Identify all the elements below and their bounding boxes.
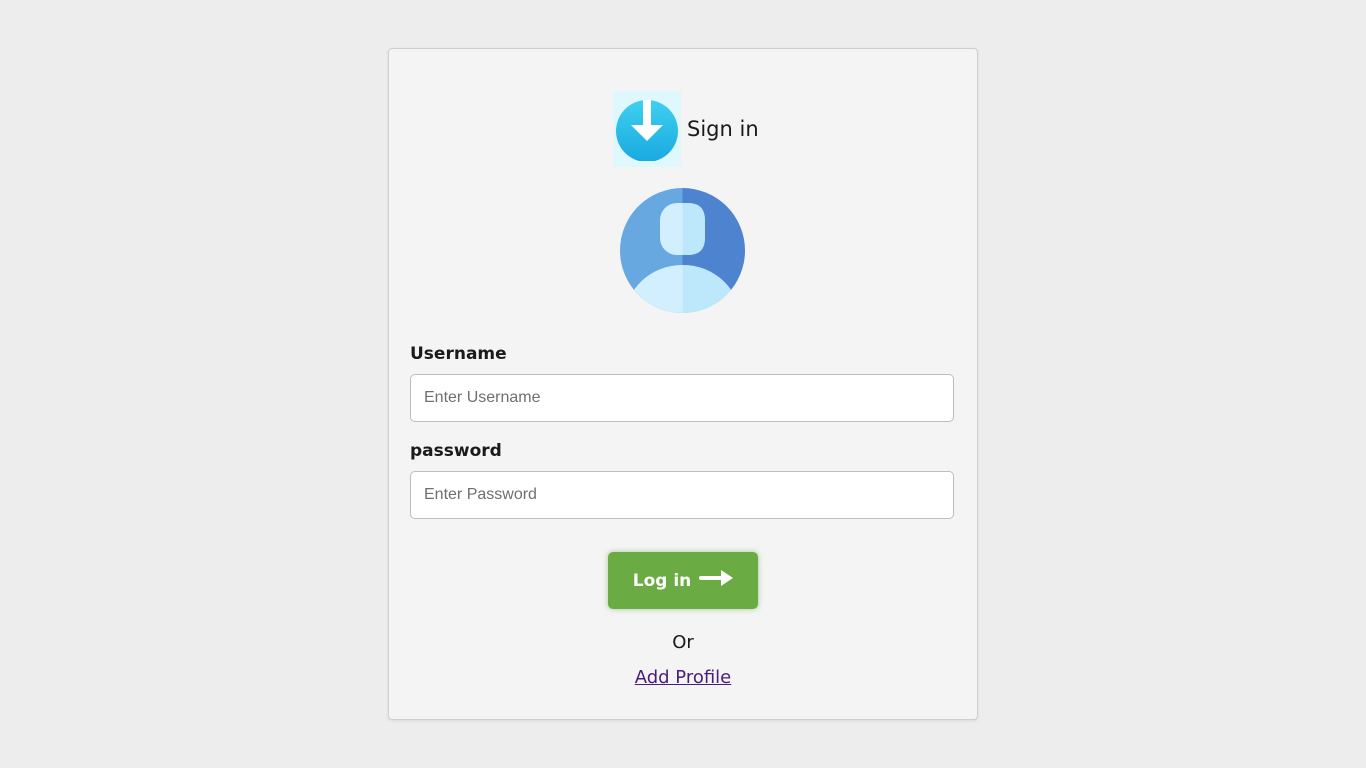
- username-input[interactable]: [410, 374, 954, 422]
- login-button-label: Log in: [632, 570, 692, 591]
- download-arrow-icon: [613, 91, 681, 167]
- user-avatar-icon: [620, 188, 745, 313]
- arrow-right-icon: [699, 569, 734, 592]
- or-divider-text: Or: [672, 632, 694, 653]
- login-button[interactable]: Log in: [608, 552, 758, 609]
- add-profile-container: Add Profile: [389, 667, 977, 688]
- login-card: Sign in Username password Log in: [388, 48, 978, 720]
- add-profile-link[interactable]: Add Profile: [635, 667, 732, 688]
- password-label: password: [410, 441, 502, 461]
- username-label: Username: [410, 344, 507, 364]
- page-title: Sign in: [687, 117, 759, 141]
- card-header: Sign in: [613, 91, 759, 167]
- password-input[interactable]: [410, 471, 954, 519]
